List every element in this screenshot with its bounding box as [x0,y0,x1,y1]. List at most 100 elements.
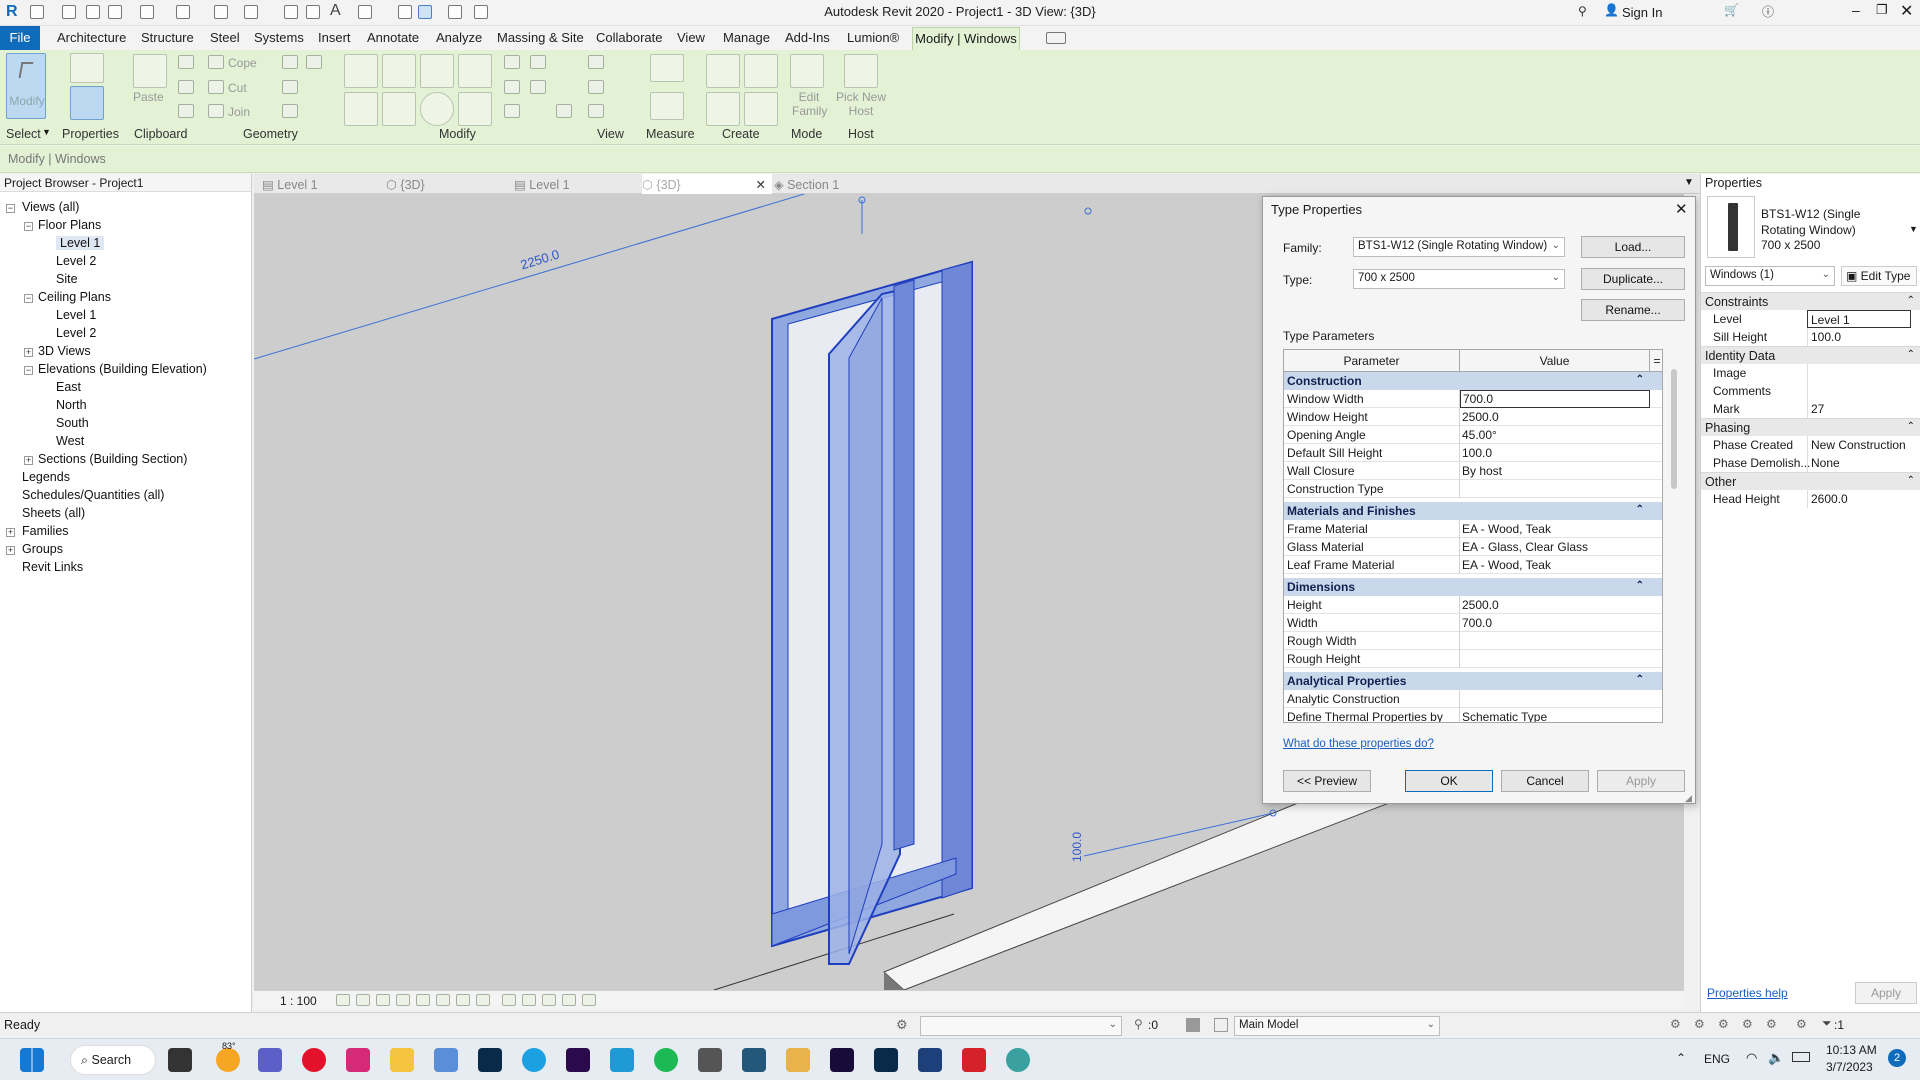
view-tab-level-1[interactable]: ▤ Level 1 [514,174,570,194]
tree-item[interactable]: Sections (Building Section) [38,452,187,466]
tab-lumion[interactable]: Lumion® [847,30,899,45]
split-element-icon[interactable] [504,55,520,69]
parameter-value[interactable]: Schematic Type [1462,710,1547,722]
property-value[interactable]: New Construction [1807,436,1911,454]
parameter-value[interactable]: 700.0 [1462,616,1492,630]
parameter-value[interactable]: EA - Wood, Teak [1462,522,1551,536]
edit-family-button[interactable]: Edit Family [792,90,827,118]
parameter-row[interactable]: Analytic Construction [1284,690,1662,708]
unpin-icon[interactable] [530,80,546,94]
select-links-icon[interactable]: ⚙ [1670,1017,1681,1031]
sketchup-icon[interactable] [742,1048,766,1072]
pick-new-host-button[interactable]: Pick New Host [832,90,890,118]
tree-item[interactable]: Groups [22,542,63,556]
property-value[interactable] [1807,364,1911,382]
paste-label[interactable]: Paste [133,90,164,104]
cut-button[interactable]: Cut [228,81,247,95]
delete-icon[interactable] [556,104,572,118]
ok-button[interactable]: OK [1405,770,1493,792]
parameter-value[interactable]: EA - Wood, Teak [1462,558,1551,572]
user-icon[interactable]: 👤 [1604,3,1619,17]
parameter-row[interactable]: Default Sill Height 100.0 [1284,444,1662,462]
tray-chevron-icon[interactable]: ⌃ [1676,1051,1686,1065]
tab-structure[interactable]: Structure [141,30,194,45]
render-icon[interactable] [416,994,430,1006]
highlight-displacement-icon[interactable] [582,994,596,1006]
help-icon[interactable]: ⓘ [1762,3,1774,20]
collapse-icon[interactable]: ⌃ [1636,580,1644,591]
preview-button[interactable]: << Preview [1283,770,1371,792]
select-panel-label[interactable]: Select [6,127,41,141]
pin-icon[interactable] [530,55,546,69]
paint-icon[interactable] [282,80,298,94]
offset-icon[interactable] [382,54,416,88]
close-icon[interactable]: ✕ [1900,1,1913,21]
instagram-icon[interactable] [346,1048,370,1072]
worksets-icon[interactable]: ⚙ [896,1017,908,1033]
view-scale[interactable]: 1 : 100 [280,994,317,1008]
crop-view-icon[interactable] [436,994,450,1006]
properties-section-header[interactable]: Constraints ⌃ [1701,292,1920,310]
tree-item[interactable]: West [56,434,84,448]
view-tab-section-1[interactable]: ◈ Section 1 [774,174,839,194]
tab-manage[interactable]: Manage [723,30,770,45]
parameter-value[interactable]: 45.00° [1462,428,1497,442]
volume-icon[interactable]: 🔈 [1768,1050,1784,1066]
tree-item[interactable]: Site [56,272,78,286]
rename-button[interactable]: Rename... [1581,299,1685,321]
property-value[interactable]: None [1807,454,1911,472]
background-process-icon[interactable]: ⚙ [1796,1017,1807,1031]
design-options-icon[interactable] [1186,1018,1200,1032]
rotate-icon[interactable] [420,92,454,126]
collapse-icon[interactable]: ⌃ [1907,295,1915,306]
create-group-icon[interactable] [706,92,740,126]
cart-icon[interactable]: 🛒 [1724,3,1739,17]
battery-icon[interactable] [1792,1052,1810,1062]
worksharing-icon[interactable] [542,994,556,1006]
task-view-icon[interactable] [168,1048,192,1072]
network-app-icon[interactable] [698,1048,722,1072]
align-icon[interactable] [344,54,378,88]
tree-item[interactable]: Families [22,524,69,538]
parameter-group-header[interactable]: Construction ⌃ [1284,372,1662,390]
property-value[interactable] [1807,382,1911,400]
tree-item[interactable]: Elevations (Building Elevation) [38,362,207,376]
binoculars-icon[interactable]: ⚲ [1578,4,1587,18]
collapse-icon[interactable]: ⌃ [1636,504,1644,515]
type-select[interactable]: 700 x 2500 ⌄ [1353,269,1565,289]
collapse-icon[interactable]: ⌃ [1907,421,1915,432]
view-tab-3d-active[interactable]: ⬡ {3D} ✕ [642,174,772,194]
wall-joins-icon[interactable] [282,55,298,69]
tab-systems[interactable]: Systems [254,30,304,45]
after-effects-icon[interactable] [830,1048,854,1072]
dimension-icon[interactable] [650,92,684,120]
reveal-hidden-icon[interactable] [522,994,536,1006]
parameter-row[interactable]: Define Thermal Properties by Schematic Ty… [1284,708,1662,722]
wifi-icon[interactable]: ◠ [1746,1050,1757,1066]
tree-toggle-icon[interactable]: − [24,222,33,231]
minimize-icon[interactable]: – [1852,2,1860,18]
create-similar-icon[interactable] [706,54,740,88]
grid-scrollbar[interactable] [1671,369,1677,489]
video-app-icon[interactable] [786,1048,810,1072]
type-properties-button[interactable] [70,86,104,120]
parameter-group-header[interactable]: Materials and Finishes ⌃ [1284,502,1662,520]
match-properties-icon[interactable] [178,104,194,118]
parameter-row[interactable]: Wall Closure By host [1284,462,1662,480]
tree-toggle-icon[interactable]: + [24,348,33,357]
shadows-icon[interactable] [396,994,410,1006]
view-hide-icon[interactable] [588,55,604,69]
close-tab-icon[interactable]: ✕ [756,177,766,192]
temporary-hide-icon[interactable] [502,994,516,1006]
create-assembly-icon[interactable] [744,92,778,126]
taskbar-search[interactable]: ⌕ Search [70,1045,156,1075]
spotify-icon[interactable] [654,1048,678,1072]
chevron-down-icon[interactable]: ▼ [1909,224,1918,234]
tree-item[interactable]: Floor Plans [38,218,101,232]
parameter-value[interactable]: 2500.0 [1462,598,1499,612]
cancel-button[interactable]: Cancel [1501,770,1589,792]
override-graphics-icon[interactable] [588,80,604,94]
tab-massing-site[interactable]: Massing & Site [497,30,584,45]
tree-toggle-icon[interactable]: + [24,456,33,465]
tree-item[interactable]: Level 2 [56,326,96,340]
